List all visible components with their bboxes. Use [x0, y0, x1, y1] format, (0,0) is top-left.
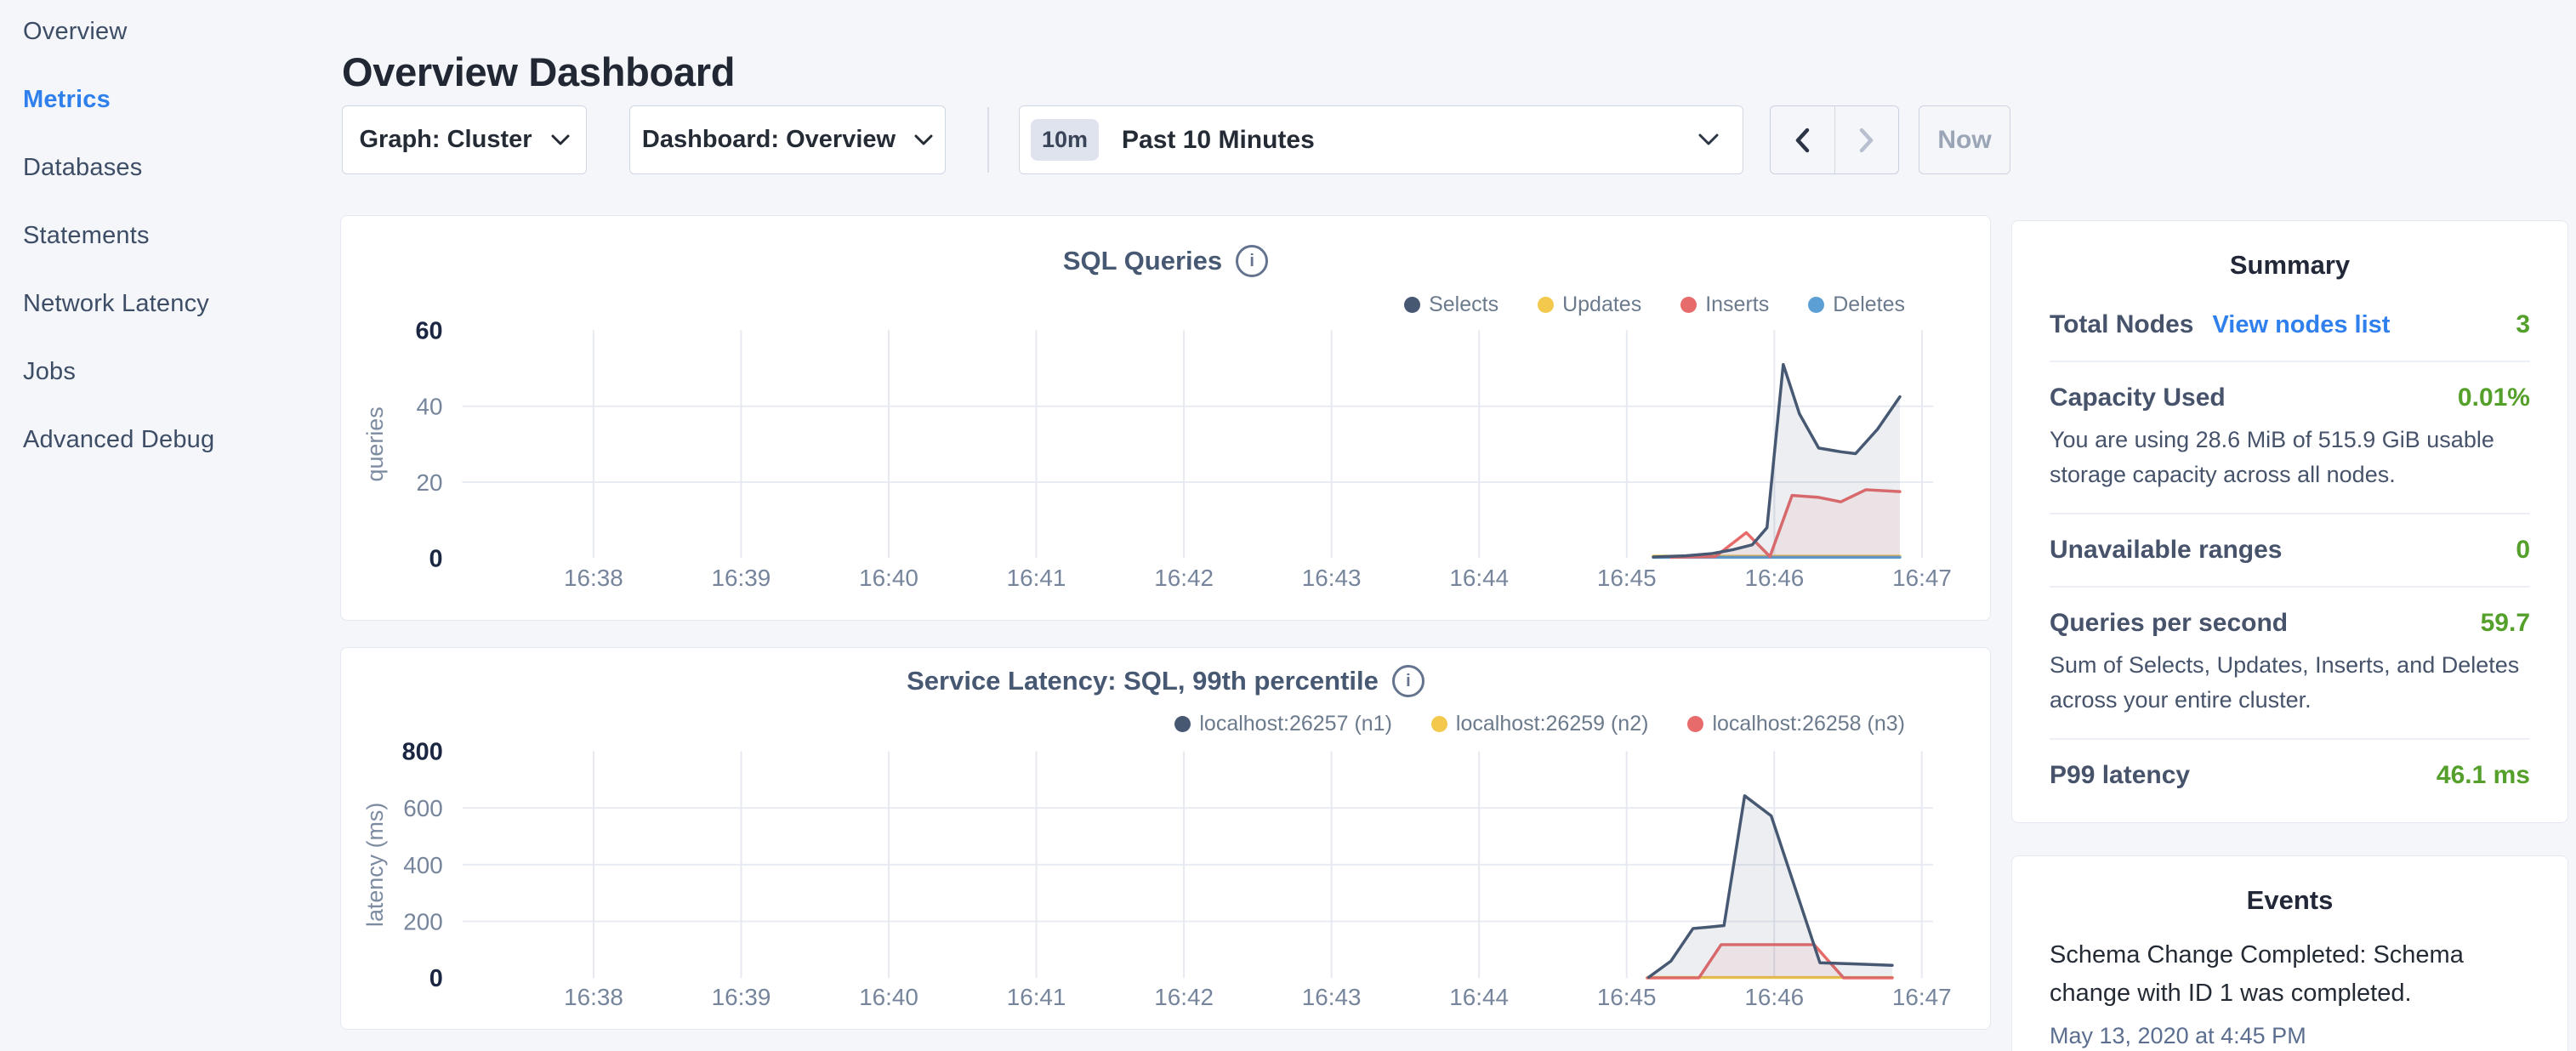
page: OverviewMetricsDatabasesStatementsNetwor…: [0, 0, 2576, 1051]
chevron-down-icon: [1698, 134, 1719, 146]
svg-text:600: 600: [403, 795, 442, 821]
summary-row: Total Nodes View nodes list 3: [2050, 289, 2530, 361]
sidebar-item-advanced-debug[interactable]: Advanced Debug: [0, 406, 336, 474]
prev-time-button[interactable]: [1771, 106, 1834, 173]
graph-dropdown[interactable]: Graph: Cluster: [342, 105, 587, 174]
sidebar-item-overview[interactable]: Overview: [0, 0, 336, 65]
page-title: Overview Dashboard: [342, 48, 735, 95]
now-button[interactable]: Now: [1919, 105, 2010, 174]
events-heading: Events: [2050, 885, 2530, 916]
time-range-label: Past 10 Minutes: [1122, 126, 1698, 155]
summary-row-value: 3: [2516, 310, 2530, 339]
sidebar: OverviewMetricsDatabasesStatementsNetwor…: [0, 0, 336, 474]
svg-text:16:47: 16:47: [1892, 565, 1952, 591]
svg-text:16:41: 16:41: [1007, 984, 1066, 1010]
svg-text:16:42: 16:42: [1154, 565, 1214, 591]
svg-text:16:43: 16:43: [1302, 984, 1362, 1010]
summary-row-label: P99 latency: [2050, 761, 2190, 790]
sql-queries-chart: 16:38 16:39 16:40 16:41 16:42 16:43 16:44 16:45…: [341, 216, 1990, 620]
chevron-down-icon: [551, 134, 570, 146]
service-latency-chart: 16:38 16:39 16:40 16:41 16:42 16:43 16:44 16:45…: [341, 648, 1990, 1029]
view-nodes-list-link[interactable]: View nodes list: [2212, 311, 2390, 339]
svg-text:16:42: 16:42: [1154, 984, 1214, 1010]
svg-text:16:40: 16:40: [859, 984, 918, 1010]
chevron-left-icon: [1794, 127, 1811, 154]
svg-text:400: 400: [403, 852, 442, 878]
event-timestamp: May 13, 2020 at 4:45 PM: [2050, 1023, 2530, 1049]
summary-row: P99 latency 46.1 ms: [2050, 738, 2530, 811]
summary-heading: Summary: [2050, 250, 2530, 281]
summary-row: Queries per second 59.7 Sum of Selects, Up…: [2050, 586, 2530, 738]
svg-text:16:39: 16:39: [712, 565, 771, 591]
sql-queries-chart-card: SQL Queries i SelectsUpdatesInsertsDelet…: [340, 215, 1991, 621]
svg-text:16:45: 16:45: [1597, 565, 1657, 591]
next-time-button[interactable]: [1834, 106, 1899, 173]
svg-text:800: 800: [402, 738, 443, 765]
service-latency-chart-card: Service Latency: SQL, 99th percentile i …: [340, 647, 1991, 1030]
chevron-right-icon: [1858, 127, 1875, 154]
sidebar-item-jobs[interactable]: Jobs: [0, 338, 336, 406]
svg-text:16:41: 16:41: [1007, 565, 1066, 591]
svg-text:16:47: 16:47: [1892, 984, 1952, 1010]
svg-text:16:38: 16:38: [564, 565, 623, 591]
dashboard-dropdown[interactable]: Dashboard: Overview: [629, 105, 946, 174]
summary-row-label: Capacity Used: [2050, 383, 2226, 412]
svg-text:16:38: 16:38: [564, 984, 623, 1010]
svg-text:queries: queries: [362, 406, 388, 481]
summary-row: Unavailable ranges 0: [2050, 513, 2530, 586]
svg-text:0: 0: [429, 965, 443, 992]
summary-row: Capacity Used 0.01% You are using 28.6 MiB…: [2050, 361, 2530, 513]
svg-text:0: 0: [429, 545, 443, 572]
svg-text:16:39: 16:39: [712, 984, 771, 1010]
event-text: Schema Change Completed: Schema change w…: [2050, 936, 2530, 1013]
svg-text:16:44: 16:44: [1449, 984, 1509, 1010]
events-panel: Events Schema Change Completed: Schema c…: [2011, 855, 2568, 1051]
svg-text:200: 200: [403, 909, 442, 935]
graph-dropdown-label: Graph: Cluster: [359, 126, 532, 154]
summary-row-value: 46.1 ms: [2437, 761, 2530, 790]
summary-row-label: Queries per second: [2050, 609, 2288, 638]
summary-row-value: 0: [2516, 536, 2530, 565]
summary-row-label: Total Nodes: [2050, 310, 2193, 339]
time-range-badge: 10m: [1031, 119, 1099, 161]
summary-panel: Summary Total Nodes View nodes list 3 Capac…: [2011, 220, 2568, 823]
dashboard-dropdown-label: Dashboard: Overview: [642, 126, 896, 154]
sidebar-item-metrics[interactable]: Metrics: [0, 65, 336, 134]
chevron-down-icon: [914, 134, 933, 146]
summary-row-description: Sum of Selects, Updates, Inserts, and De…: [2050, 648, 2530, 717]
svg-text:40: 40: [417, 394, 443, 420]
svg-text:latency (ms): latency (ms): [362, 803, 388, 927]
summary-row-description: You are using 28.6 MiB of 515.9 GiB usab…: [2050, 423, 2530, 491]
sidebar-item-statements[interactable]: Statements: [0, 202, 336, 270]
sidebar-nav-list: OverviewMetricsDatabasesStatementsNetwor…: [0, 0, 336, 474]
svg-text:16:40: 16:40: [859, 565, 918, 591]
events-list: Schema Change Completed: Schema change w…: [2050, 936, 2530, 1049]
svg-text:60: 60: [415, 317, 442, 344]
svg-text:16:46: 16:46: [1745, 565, 1805, 591]
svg-text:16:44: 16:44: [1449, 565, 1509, 591]
svg-text:16:43: 16:43: [1302, 565, 1362, 591]
summary-rows: Total Nodes View nodes list 3 Capacity Used…: [2050, 289, 2530, 811]
time-pager: [1770, 105, 1899, 174]
sidebar-item-databases[interactable]: Databases: [0, 134, 336, 202]
summary-row-value: 59.7: [2481, 609, 2530, 638]
toolbar-divider: [987, 107, 989, 173]
sidebar-item-network-latency[interactable]: Network Latency: [0, 270, 336, 338]
svg-text:16:46: 16:46: [1744, 984, 1804, 1010]
summary-row-value: 0.01%: [2458, 383, 2530, 412]
event-item[interactable]: Schema Change Completed: Schema change w…: [2050, 936, 2530, 1049]
time-range-dropdown[interactable]: 10m Past 10 Minutes: [1019, 105, 1743, 174]
svg-text:16:45: 16:45: [1597, 984, 1657, 1010]
summary-row-label: Unavailable ranges: [2050, 536, 2282, 565]
svg-text:20: 20: [417, 469, 443, 496]
